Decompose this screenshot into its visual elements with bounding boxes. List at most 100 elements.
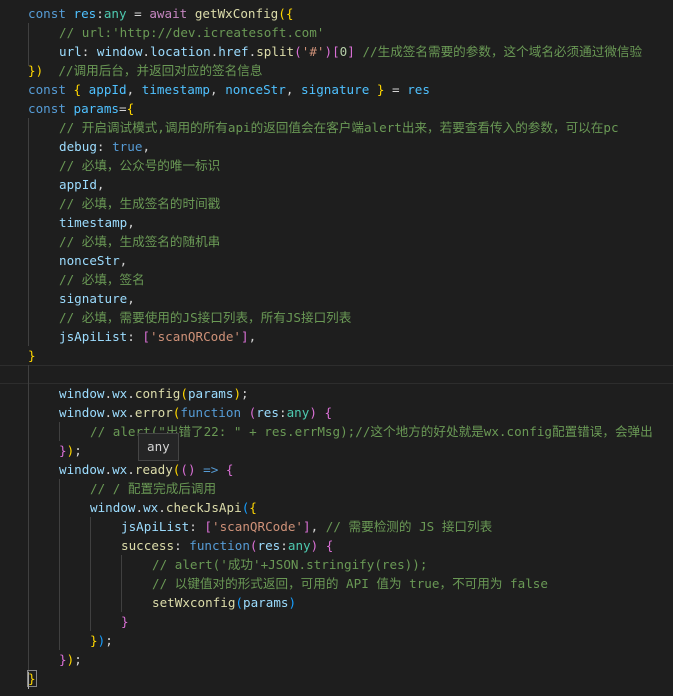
- code-token: =: [119, 101, 127, 116]
- code-token: .: [127, 462, 135, 477]
- code-token: ready: [134, 462, 173, 477]
- code-token: .: [104, 462, 113, 477]
- code-line[interactable]: }: [0, 669, 653, 688]
- code-token: =: [126, 6, 150, 21]
- code-token: }): [28, 63, 44, 78]
- code-token: {: [126, 101, 135, 116]
- code-line[interactable]: // 必填，公众号的唯一标识: [0, 156, 653, 175]
- code-token: (: [235, 595, 243, 610]
- code-token: setWxconfig: [152, 595, 236, 610]
- code-line[interactable]: window.wx.ready(() => {: [0, 460, 653, 479]
- code-token: :: [278, 405, 287, 420]
- code-token: ,: [285, 82, 302, 97]
- code-line[interactable]: // url:'http://dev.icreatesoft.com': [0, 23, 653, 42]
- code-token: success: [121, 538, 175, 553]
- code-token: ): [288, 595, 297, 610]
- code-token: res: [256, 405, 279, 420]
- code-line[interactable]: const params={: [0, 99, 653, 118]
- code-token: config: [134, 386, 181, 401]
- code-token: function: [189, 538, 250, 553]
- code-line[interactable]: url: window.location.href.split('#')[0] …: [0, 42, 653, 61]
- code-line[interactable]: jsApiList: ['scanQRCode'], // 需要检测的 JS 接…: [0, 517, 653, 536]
- code-line[interactable]: window.wx.checkJsApi({: [0, 498, 653, 517]
- code-line[interactable]: // / 配置完成后调用: [0, 479, 653, 498]
- code-token: any: [286, 405, 310, 420]
- code-token: ,: [310, 519, 326, 534]
- code-line[interactable]: // 必填，生成签名的时间戳: [0, 194, 653, 213]
- code-line[interactable]: }: [0, 612, 653, 631]
- code-token: :: [189, 519, 205, 534]
- code-token: debug: [59, 139, 97, 154]
- code-line[interactable]: [0, 365, 653, 384]
- code-line[interactable]: // alert('成功'+JSON.stringify(res));: [0, 555, 653, 574]
- code-token: 'scanQRCode': [212, 519, 304, 534]
- code-line[interactable]: });: [0, 650, 653, 669]
- code-token: res: [407, 82, 430, 97]
- code-token: nonceStr: [59, 253, 120, 268]
- code-token: any: [287, 538, 311, 553]
- code-token: .: [104, 386, 113, 401]
- text-cursor: [28, 672, 29, 689]
- code-line[interactable]: signature,: [0, 289, 653, 308]
- code-line[interactable]: }: [0, 346, 653, 365]
- code-token: wx: [143, 500, 159, 515]
- code-line[interactable]: });: [0, 631, 653, 650]
- code-token: .: [127, 405, 135, 420]
- code-token: // 必填，生成签名的随机串: [59, 234, 221, 249]
- code-token: any: [103, 6, 127, 21]
- code-token: ,: [142, 139, 151, 154]
- code-token: .: [142, 44, 151, 59]
- code-token: ): [309, 405, 317, 420]
- code-line[interactable]: // 必填，签名: [0, 270, 653, 289]
- code-token: :: [96, 139, 113, 154]
- code-token: timestamp: [59, 215, 128, 230]
- code-line[interactable]: debug: true,: [0, 137, 653, 156]
- code-token: ;: [241, 386, 249, 401]
- code-line[interactable]: // 必填，生成签名的随机串: [0, 232, 653, 251]
- code-line[interactable]: }) //调用后台，并返回对应的签名信息: [0, 61, 653, 80]
- code-token: }: [59, 652, 67, 667]
- code-token: .: [158, 500, 166, 515]
- code-line[interactable]: window.wx.error(function (res:any) {: [0, 403, 653, 422]
- code-token: signature: [59, 291, 128, 306]
- code-line[interactable]: // alert("出错了22: " + res.errMsg);//这个地方的…: [0, 422, 653, 441]
- code-line[interactable]: // 以键值对的形式返回，可用的 API 值为 true，不可用为 false: [0, 574, 653, 593]
- code-token: ({: [278, 6, 294, 21]
- code-token: url: [59, 44, 82, 59]
- code-token: }: [90, 633, 98, 648]
- code-token: const: [28, 82, 74, 97]
- code-token: const: [28, 6, 74, 21]
- code-line[interactable]: jsApiList: ['scanQRCode'],: [0, 327, 653, 346]
- code-line[interactable]: const res:any = await getWxConfig({: [0, 4, 653, 23]
- code-line[interactable]: });: [0, 441, 653, 460]
- code-line[interactable]: nonceStr,: [0, 251, 653, 270]
- code-line[interactable]: const { appId, timestamp, nonceStr, sign…: [0, 80, 653, 99]
- code-token: window: [90, 500, 136, 515]
- code-token: href: [218, 44, 249, 59]
- code-lines[interactable]: const res:any = await getWxConfig({// ur…: [0, 4, 653, 688]
- code-line[interactable]: appId,: [0, 175, 653, 194]
- code-token: appId: [59, 177, 97, 192]
- code-token: =: [384, 82, 408, 97]
- code-token: =>: [203, 462, 219, 477]
- code-line[interactable]: setWxconfig(params): [0, 593, 653, 612]
- code-token: timestamp: [141, 82, 211, 97]
- code-line[interactable]: // 必填，需要使用的JS接口列表，所有JS接口列表: [0, 308, 653, 327]
- code-token: const: [28, 101, 74, 116]
- code-token: (: [249, 538, 258, 553]
- code-token: }: [28, 348, 36, 363]
- code-line[interactable]: // 开启调试模式,调用的所有api的返回值会在客户端alert出来，若要查看传…: [0, 118, 653, 137]
- code-line[interactable]: timestamp,: [0, 213, 653, 232]
- code-line[interactable]: success: function(res:any) {: [0, 536, 653, 555]
- code-token: ,: [248, 329, 257, 344]
- code-token: params: [73, 101, 120, 116]
- code-line[interactable]: window.wx.config(params);: [0, 384, 653, 403]
- code-token: //调用后台，并返回对应的签名信息: [58, 63, 263, 78]
- code-token: '#': [301, 44, 325, 59]
- code-editor[interactable]: const res:any = await getWxConfig({// ur…: [0, 0, 673, 696]
- code-token: 'scanQRCode': [150, 329, 242, 344]
